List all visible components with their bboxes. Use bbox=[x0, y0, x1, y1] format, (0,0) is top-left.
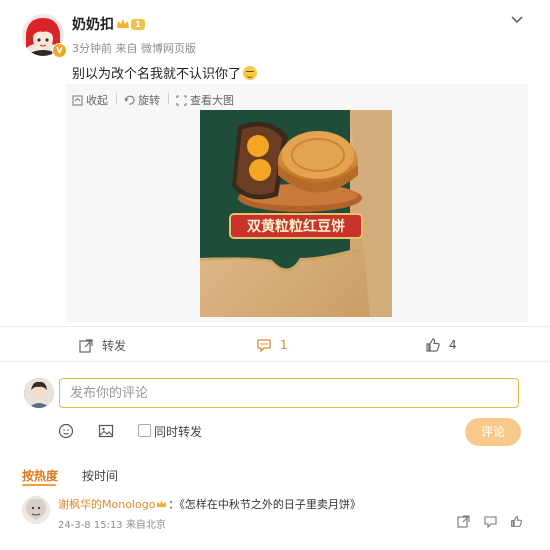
tab-sort-time[interactable]: 按时间 bbox=[82, 467, 118, 484]
view-large-icon bbox=[176, 94, 187, 106]
tool-divider bbox=[116, 93, 117, 104]
like-button[interactable]: 4 bbox=[425, 337, 457, 353]
post-text: 别以为改个名我就不认识你了 bbox=[72, 63, 258, 82]
post-meta: 3分钟前 来自 微博网页版 bbox=[72, 42, 196, 55]
image-upload-icon[interactable] bbox=[98, 423, 114, 439]
emoji-icon[interactable] bbox=[58, 423, 74, 439]
also-repost-checkbox[interactable] bbox=[138, 424, 151, 437]
comment-line: 谢枫华的Monologo ：《怎样在中秋节之外的日子里卖月饼》 bbox=[58, 496, 361, 512]
crown-icon bbox=[117, 19, 129, 28]
share-icon[interactable] bbox=[457, 515, 470, 528]
crown-small-icon bbox=[157, 500, 167, 508]
level-badge: 1 bbox=[131, 19, 145, 30]
comment-meta: 24-3-8 15:13 来自北京 bbox=[58, 520, 166, 531]
divider bbox=[0, 361, 550, 362]
comment-colon: ： bbox=[168, 498, 180, 511]
thumbs-up-icon bbox=[426, 338, 440, 352]
repost-icon bbox=[79, 338, 93, 353]
active-tab-indicator bbox=[22, 484, 56, 486]
comment-button[interactable]: 1 bbox=[256, 337, 288, 353]
tab-sort-hot[interactable]: 按热度 bbox=[22, 467, 58, 484]
comment-icon bbox=[257, 339, 271, 353]
collapse-media-button[interactable]: 收起 bbox=[72, 92, 108, 108]
current-user-avatar[interactable] bbox=[24, 378, 54, 408]
tool-divider bbox=[168, 93, 169, 104]
post-image[interactable]: 双黄粒粒红豆饼 bbox=[200, 110, 392, 317]
reply-icon[interactable] bbox=[484, 515, 497, 528]
poster-username[interactable]: 奶奶扣 bbox=[72, 14, 114, 34]
submit-comment-button[interactable]: 评论 bbox=[465, 418, 521, 446]
comment-text: 《怎样在中秋节之外的日子里卖月饼》 bbox=[179, 498, 361, 511]
verified-badge-icon: V bbox=[52, 43, 67, 58]
view-large-button[interactable]: 查看大图 bbox=[176, 92, 234, 108]
rotate-label: 旋转 bbox=[138, 94, 160, 107]
rotate-icon bbox=[124, 95, 135, 105]
comment-count: 1 bbox=[280, 338, 288, 352]
view-large-label: 查看大图 bbox=[190, 94, 234, 107]
commenter-avatar[interactable] bbox=[22, 496, 50, 524]
commenter-name[interactable]: 谢枫华的Monologo bbox=[58, 498, 155, 511]
post-text-content: 别以为改个名我就不认识你了 bbox=[72, 67, 242, 82]
also-repost-label: 同时转发 bbox=[154, 425, 203, 439]
collapse-label: 收起 bbox=[86, 94, 108, 107]
smirk-emoji-icon bbox=[243, 66, 258, 80]
chevron-down-icon[interactable] bbox=[510, 12, 524, 26]
thumbs-up-small-icon[interactable] bbox=[510, 515, 523, 528]
like-count: 4 bbox=[449, 338, 457, 352]
repost-label: 转发 bbox=[102, 339, 127, 353]
rotate-button[interactable]: 旋转 bbox=[124, 92, 160, 108]
divider bbox=[0, 326, 550, 327]
comment-input[interactable] bbox=[59, 378, 519, 408]
image-banner-text: 双黄粒粒红豆饼 bbox=[247, 218, 345, 235]
collapse-icon bbox=[72, 95, 83, 105]
repost-button[interactable]: 转发 bbox=[78, 337, 126, 354]
